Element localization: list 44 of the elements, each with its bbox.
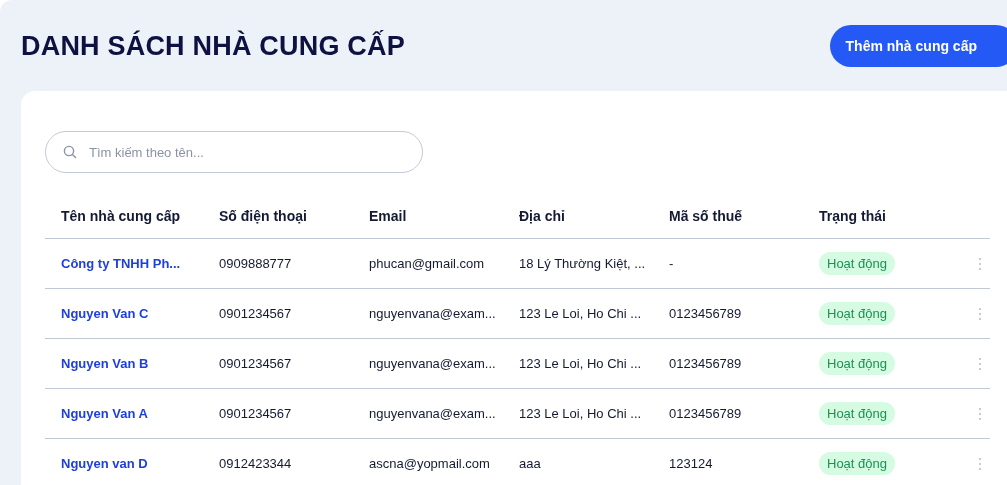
table-cell-text: 0123456789 <box>669 356 743 371</box>
table-cell-text: nguyenvana@exam... <box>369 406 497 421</box>
table-cell-text: aaa <box>519 456 542 471</box>
more-options-icon[interactable] <box>977 406 982 421</box>
table-cell-text: 123124 <box>669 456 714 471</box>
supplier-name-link[interactable]: Công ty TNHH Ph... <box>61 256 181 271</box>
status-badge: Hoạt động <box>819 452 895 475</box>
column-header: Địa chỉ <box>519 207 566 224</box>
column-header: Email <box>369 207 408 224</box>
status-badge: Hoạt động <box>819 352 895 375</box>
column-header: Mã số thuế <box>669 207 744 224</box>
table-cell-text: ascna@yopmail.com <box>369 456 491 471</box>
more-options-icon[interactable] <box>977 306 982 321</box>
table-cell-text: 123 Le Loi, Ho Chi ... <box>519 356 643 371</box>
search-field[interactable]: Tìm kiếm theo tên... <box>45 131 423 173</box>
table-cell-text: 123 Le Loi, Ho Chi ... <box>519 306 643 321</box>
status-badge: Hoạt động <box>819 302 895 325</box>
column-header: Số điện thoại <box>219 207 308 224</box>
more-options-icon[interactable] <box>977 356 982 371</box>
table-cell-text: 18 Lý Thường Kiệt, ... <box>519 256 647 271</box>
table-cell-text: 0901234567 <box>219 406 293 421</box>
add-supplier-button[interactable]: Thêm nhà cung cấp <box>829 25 1007 67</box>
more-options-icon[interactable] <box>977 256 982 271</box>
table-cell-text: nguyenvana@exam... <box>369 356 497 371</box>
status-badge: Hoạt động <box>819 402 895 425</box>
table-cell-text: phucan@gmail.com <box>369 256 486 271</box>
supplier-name-link[interactable]: Nguyen Van B <box>61 356 149 371</box>
table-cell-text: 0123456789 <box>669 306 743 321</box>
table-cell-text: 0901234567 <box>219 306 293 321</box>
supplier-name-link[interactable]: Nguyen Van A <box>61 406 148 421</box>
table-cell-text: 0909888777 <box>219 256 293 271</box>
column-header: Tên nhà cung cấp <box>61 207 181 224</box>
table-cell-text: nguyenvana@exam... <box>369 306 497 321</box>
table-cell-text: 0123456789 <box>669 406 743 421</box>
status-badge: Hoạt động <box>819 252 895 275</box>
table-cell-text: 123 Le Loi, Ho Chi ... <box>519 406 643 421</box>
table-cell-text: 0901234567 <box>219 356 293 371</box>
page-title: DANH SÁCH NHÀ CUNG CẤP <box>21 30 405 62</box>
supplier-name-link[interactable]: Nguyen Van C <box>61 306 149 321</box>
table-cell-text: - <box>669 256 675 271</box>
column-header: Trạng thái <box>819 207 887 224</box>
table-cell-text: 0912423344 <box>219 456 293 471</box>
supplier-name-link[interactable]: Nguyen van D <box>61 456 148 471</box>
more-options-icon[interactable] <box>977 456 982 471</box>
